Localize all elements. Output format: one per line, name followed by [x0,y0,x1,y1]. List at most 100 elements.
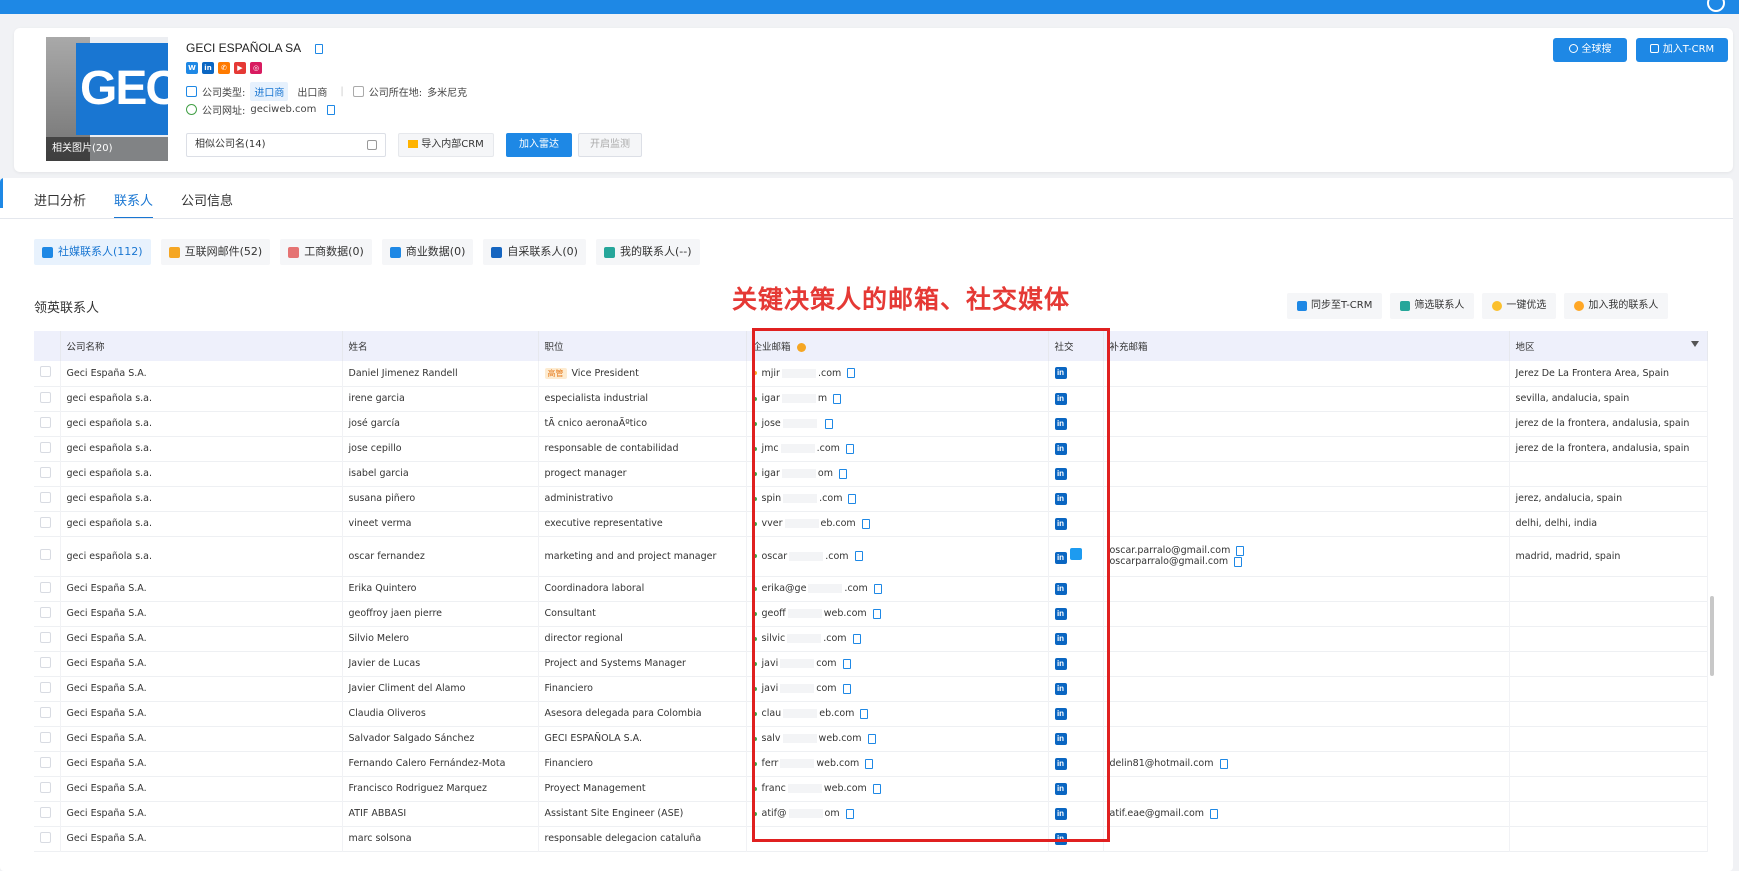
company-logo[interactable]: GECI 相关图片(20) [46,37,168,161]
sync-tcrm-button[interactable]: 同步至T-CRM [1287,293,1383,319]
row-checkbox[interactable] [40,731,51,743]
column-header-email[interactable]: 企业邮箱 [746,331,1049,361]
extra-email-value[interactable]: delin81@hotmail.com [1110,758,1214,769]
email-prefix[interactable]: silvic [762,633,786,644]
copy-icon[interactable] [842,683,851,694]
linkedin-icon[interactable]: in [1054,417,1067,430]
email-prefix[interactable]: franc [762,783,786,794]
table-row[interactable]: geci española s.a. oscar fernandez marketi… [34,536,1708,576]
row-checkbox[interactable] [40,366,51,378]
table-row[interactable]: geci española s.a. vineet verma executive … [34,511,1708,536]
add-radar-button[interactable]: 加入雷达 [506,133,572,157]
subtab-business-registry[interactable]: 工商数据(0) [280,239,372,265]
copy-icon[interactable] [824,418,833,429]
linkedin-icon[interactable]: in [1054,707,1067,720]
table-row[interactable]: geci española s.a. irene garcia especialis… [34,386,1708,411]
copy-icon[interactable] [860,708,869,719]
table-row[interactable]: Geci España S.A. geoffroy jaen pierre Cons… [34,601,1708,626]
monitor-button[interactable]: 开启监测 [578,133,642,157]
table-row[interactable]: geci española s.a. jose cepillo responsabl… [34,436,1708,461]
row-checkbox[interactable] [40,631,51,643]
copy-icon[interactable] [852,633,861,644]
table-row[interactable]: Geci España S.A. Javier de Lucas Project a… [34,651,1708,676]
table-row[interactable]: Geci España S.A. Javier Climent del Alamo… [34,676,1708,701]
email-prefix[interactable]: atif@ [762,808,787,819]
email-prefix[interactable]: javi [762,683,779,694]
copy-icon[interactable] [872,783,881,794]
linkedin-icon[interactable]: in [1054,467,1067,480]
email-prefix[interactable]: spin [762,493,782,504]
row-checkbox[interactable] [40,581,51,593]
column-header-extra-email[interactable]: 补充邮箱 [1103,331,1510,361]
email-suffix[interactable]: eb.com [819,708,854,719]
import-crm-button[interactable]: 导入内部CRM [398,133,494,157]
column-header-title[interactable]: 职位 [538,331,747,361]
phone-icon[interactable]: ✆ [218,62,230,74]
email-prefix[interactable]: vver [762,518,783,529]
website-icon[interactable]: W [186,62,198,74]
linkedin-icon[interactable]: in [1054,607,1067,620]
table-row[interactable]: Geci España S.A. Silvio Melero director re… [34,626,1708,651]
copy-icon[interactable] [872,608,881,619]
table-row[interactable]: Geci España S.A. ATIF ABBASI Assistant Sit… [34,801,1708,826]
email-prefix[interactable]: clau [762,708,782,719]
email-prefix[interactable]: javi [762,658,779,669]
email-suffix[interactable]: eb.com [821,518,856,529]
column-header-region[interactable]: 地区 [1509,331,1708,361]
filter-contacts-button[interactable]: 筛选联系人 [1390,293,1475,319]
subtab-internet-email[interactable]: 互联网邮件(52) [160,239,271,265]
copy-icon[interactable] [873,583,882,594]
row-checkbox[interactable] [40,756,51,768]
row-checkbox[interactable] [40,391,51,403]
email-prefix[interactable]: igar [762,393,780,404]
copy-icon[interactable] [327,104,336,115]
twitter-icon[interactable] [1069,548,1082,560]
table-row[interactable]: Geci España S.A. Claudia Oliveros Asesora … [34,701,1708,726]
linkedin-icon[interactable]: in [1054,582,1067,595]
table-row[interactable]: Geci España S.A. marc solsona responsable … [34,826,1708,851]
linkedin-icon[interactable]: in [1054,757,1067,770]
row-checkbox[interactable] [40,831,51,843]
row-checkbox[interactable] [40,706,51,718]
subtab-social-contacts[interactable]: 社媒联系人(112) [34,239,151,265]
linkedin-icon[interactable]: in [1054,552,1067,564]
similar-companies-dropdown[interactable]: 相似公司名(14) [186,133,386,157]
linkedin-icon[interactable]: in [1054,442,1067,455]
global-search-button[interactable]: 全球搜 [1553,38,1627,62]
extra-email-value[interactable]: oscarparralo@gmail.com [1110,556,1229,567]
row-checkbox[interactable] [40,441,51,453]
email-suffix[interactable]: .com [844,583,867,594]
table-row[interactable]: geci española s.a. josé garcía tÃ cnico ae… [34,411,1708,436]
row-checkbox[interactable] [40,681,51,693]
table-row[interactable]: Geci España S.A. Fernando Calero Fernánde… [34,751,1708,776]
email-suffix[interactable]: web.com [824,608,867,619]
instagram-icon[interactable]: ◎ [250,62,262,74]
extra-email-value[interactable]: oscar.parralo@gmail.com [1110,545,1231,556]
website-link[interactable]: geciweb.com [250,104,316,115]
add-my-contacts-button[interactable]: 加入我的联系人 [1564,293,1669,319]
row-checkbox[interactable] [40,466,51,478]
email-prefix[interactable]: geoff [762,608,786,619]
email-suffix[interactable]: com [816,683,836,694]
row-checkbox[interactable] [40,781,51,793]
add-tcrm-button[interactable]: 加入T-CRM [1636,38,1728,62]
tab-import-analysis[interactable]: 进口分析 [34,190,86,209]
row-checkbox[interactable] [40,549,51,560]
linkedin-icon[interactable]: in [202,62,214,74]
table-row[interactable]: Geci España S.A. Erika Quintero Coordinado… [34,576,1708,601]
linkedin-icon[interactable]: in [1054,732,1067,745]
email-suffix[interactable]: web.com [824,783,867,794]
row-checkbox[interactable] [40,516,51,528]
scrollbar[interactable] [1710,596,1714,676]
copy-icon[interactable] [1234,556,1243,567]
email-prefix[interactable]: ferr [762,758,779,769]
copy-icon[interactable] [838,468,847,479]
email-prefix[interactable]: mjir [762,368,780,379]
email-prefix[interactable]: oscar [762,551,788,562]
email-suffix[interactable]: com [816,658,836,669]
copy-icon[interactable] [842,658,851,669]
linkedin-icon[interactable]: in [1054,392,1067,405]
linkedin-icon[interactable]: in [1054,657,1067,670]
column-header-company[interactable]: 公司名称 [60,331,343,361]
linkedin-icon[interactable]: in [1054,682,1067,695]
